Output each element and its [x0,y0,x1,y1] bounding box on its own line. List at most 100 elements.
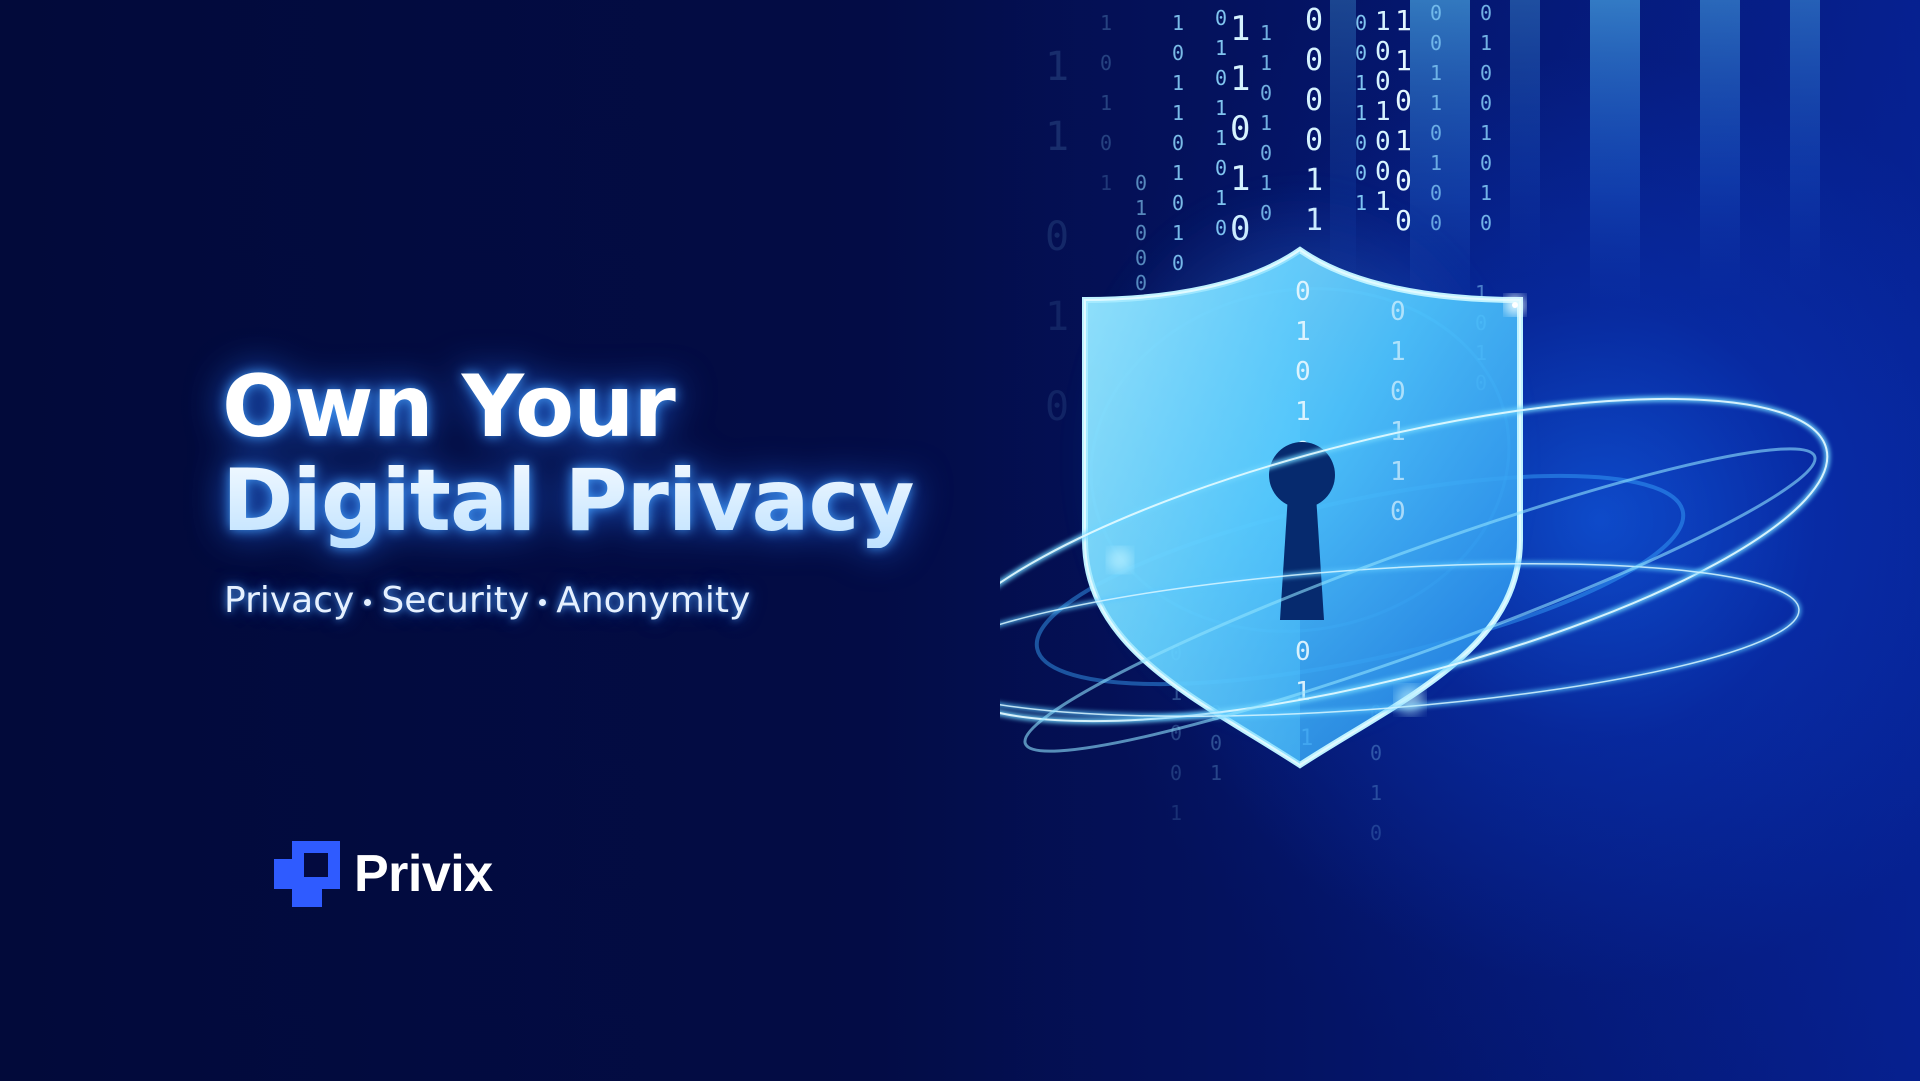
svg-text:0: 0 [1305,3,1323,38]
svg-text:1: 1 [1172,101,1184,125]
svg-text:1: 1 [1100,171,1112,195]
svg-text:0: 0 [1172,41,1184,65]
svg-text:0: 0 [1355,41,1367,65]
svg-text:1: 1 [1370,781,1382,805]
svg-text:0: 0 [1375,157,1391,187]
svg-text:0: 0 [1355,11,1367,35]
svg-text:1: 1 [1375,7,1391,37]
svg-text:1: 1 [1260,111,1272,135]
security-shield-illustration: 10101 11010 01000 101101010 01011010 110… [1000,0,1831,845]
svg-text:1: 1 [1172,161,1184,185]
hero-banner: Own Your Digital Privacy Privacy Security… [0,0,1920,1081]
svg-text:0: 0 [1100,131,1112,155]
svg-text:1: 1 [1480,31,1492,55]
svg-text:1: 1 [1430,61,1442,85]
svg-text:0: 0 [1430,121,1442,145]
svg-text:0: 0 [1355,161,1367,185]
svg-text:1: 1 [1230,9,1250,49]
svg-text:0: 0 [1295,277,1311,307]
svg-text:1: 1 [1100,91,1112,115]
svg-text:0: 0 [1480,151,1492,175]
brand-logo: Privix [274,840,493,908]
svg-text:0: 0 [1480,61,1492,85]
svg-text:1: 1 [1430,151,1442,175]
tagline-item-privacy: Privacy [224,580,355,621]
privix-logo-icon [274,841,340,907]
svg-text:0: 0 [1480,1,1492,25]
tagline-item-anonymity: Anonymity [556,580,751,621]
separator-dot [539,598,547,606]
svg-text:0: 0 [1480,211,1492,235]
svg-text:1: 1 [1295,397,1311,427]
svg-text:0: 0 [1375,37,1391,67]
svg-text:0: 0 [1230,109,1250,149]
svg-text:1: 1 [1395,44,1412,77]
tagline: Privacy Security Anonymity [224,580,750,621]
svg-text:0: 0 [1172,131,1184,155]
svg-text:1: 1 [1430,91,1442,115]
svg-text:0: 0 [1135,171,1147,195]
svg-text:1: 1 [1390,457,1406,487]
tagline-item-security: Security [381,580,530,621]
svg-text:0: 0 [1390,297,1406,327]
svg-text:0: 0 [1100,51,1112,75]
svg-text:0: 0 [1210,731,1222,755]
svg-text:0: 0 [1375,67,1391,97]
svg-text:1: 1 [1260,21,1272,45]
separator-dot [364,598,372,606]
brand-name: Privix [354,845,493,903]
svg-text:0: 0 [1430,31,1442,55]
svg-text:1: 1 [1355,101,1367,125]
svg-text:1: 1 [1100,11,1112,35]
svg-text:0: 0 [1215,6,1227,30]
svg-text:1: 1 [1260,51,1272,75]
svg-text:1: 1 [1172,11,1184,35]
svg-text:0: 0 [1375,127,1391,157]
svg-text:0: 0 [1260,81,1272,105]
svg-text:1: 1 [1172,71,1184,95]
svg-text:1: 1 [1045,294,1069,340]
svg-text:1: 1 [1355,71,1367,95]
headline-line-1: Own Your [222,357,675,457]
svg-text:0: 0 [1295,637,1311,667]
svg-text:0: 0 [1305,43,1323,78]
svg-text:0: 0 [1135,221,1147,245]
svg-text:1: 1 [1135,196,1147,220]
svg-text:0: 0 [1170,761,1182,785]
svg-text:1: 1 [1480,121,1492,145]
svg-text:0: 0 [1370,741,1382,765]
svg-text:0: 0 [1430,1,1442,25]
svg-text:1: 1 [1215,126,1227,150]
svg-text:0: 0 [1305,83,1323,118]
svg-text:1: 1 [1170,801,1182,825]
svg-text:0: 0 [1295,357,1311,387]
svg-text:1: 1 [1295,317,1311,347]
svg-text:0: 0 [1215,66,1227,90]
svg-text:1: 1 [1395,4,1412,37]
svg-text:0: 0 [1430,181,1442,205]
svg-text:0: 0 [1172,191,1184,215]
svg-text:0: 0 [1395,84,1412,117]
svg-text:0: 0 [1215,156,1227,180]
headline-line-2: Digital Privacy [222,451,914,551]
svg-text:0: 0 [1045,384,1069,430]
svg-text:0: 0 [1480,91,1492,115]
svg-text:0: 0 [1370,821,1382,845]
svg-text:1: 1 [1395,124,1412,157]
svg-text:1: 1 [1045,44,1069,90]
svg-text:0: 0 [1170,721,1182,745]
svg-text:0: 0 [1395,164,1412,197]
svg-text:0: 0 [1390,377,1406,407]
headline: Own Your Digital Privacy [222,360,914,548]
svg-text:1: 1 [1045,114,1069,160]
svg-text:1: 1 [1230,59,1250,99]
svg-text:1: 1 [1480,181,1492,205]
svg-text:0: 0 [1355,131,1367,155]
svg-text:0: 0 [1260,141,1272,165]
svg-text:1: 1 [1215,36,1227,60]
svg-text:0: 0 [1045,214,1069,260]
svg-text:1: 1 [1375,97,1391,127]
svg-text:0: 0 [1390,497,1406,527]
svg-text:1: 1 [1215,96,1227,120]
svg-text:1: 1 [1390,337,1406,367]
